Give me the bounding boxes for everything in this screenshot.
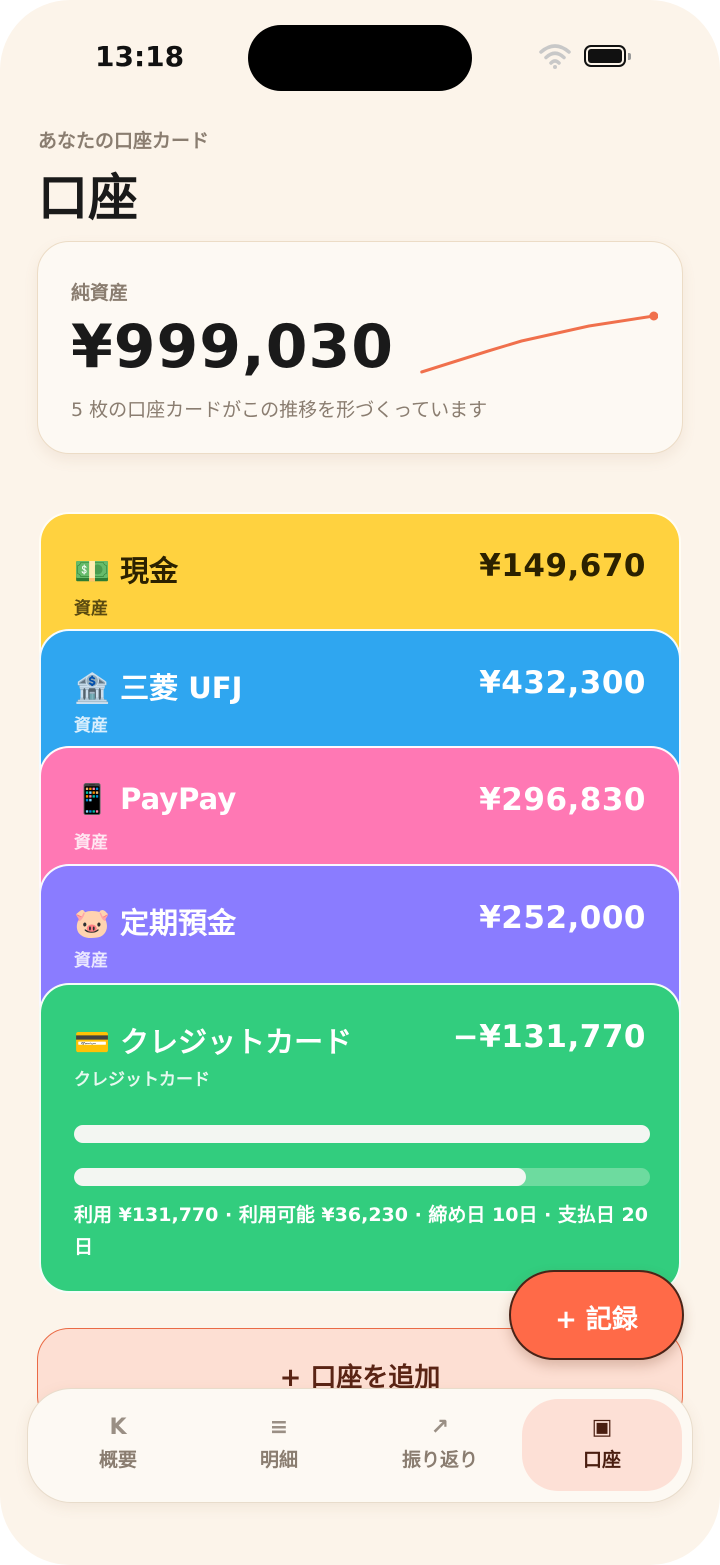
- status-time: 13:18: [95, 40, 185, 73]
- tab-label: 振り返り: [401, 1449, 478, 1471]
- account-type: 資産: [74, 833, 108, 853]
- account-name: 定期預金: [120, 906, 237, 940]
- net-worth-label: 純資産: [71, 282, 129, 304]
- bank-icon: 🏦: [74, 671, 111, 705]
- tab-label: 口座: [582, 1449, 621, 1471]
- tab-overview[interactable]: K 概要: [38, 1399, 198, 1491]
- account-name: クレジットカード: [120, 1025, 353, 1059]
- dynamic-island: [248, 25, 472, 91]
- battery-icon: [584, 45, 631, 67]
- page-title: 口座: [38, 169, 138, 227]
- account-name: PayPay: [120, 782, 237, 816]
- tab-accounts[interactable]: ▣ 口座: [522, 1399, 682, 1491]
- phone-icon: 📱: [74, 782, 111, 816]
- account-icon: ▣: [591, 1415, 613, 1440]
- credit-details: 利用 ¥131,770 · 利用可能 ¥36,230 · 締め日 10日 · 支…: [74, 1204, 648, 1258]
- tab-bar: K 概要 ≡ 明細 ↗ 振り返り ▣ 口座: [27, 1388, 693, 1503]
- net-worth-card[interactable]: 純資産 ¥999,030 5 枚の口座カードがこの推移を形づくっています: [37, 241, 683, 454]
- trend-arrow-icon: ↗: [430, 1415, 450, 1440]
- tab-label: 明細: [259, 1449, 298, 1471]
- tab-label: 概要: [98, 1449, 137, 1471]
- account-balance: ¥252,000: [479, 900, 646, 936]
- account-name: 三菱 UFJ: [120, 671, 243, 705]
- status-bar: 13:18: [0, 0, 720, 110]
- account-type: クレジットカード: [74, 1070, 210, 1090]
- account-balance: −¥131,770: [452, 1019, 646, 1055]
- list-icon: ≡: [269, 1415, 289, 1440]
- account-card-credit[interactable]: 💳 クレジットカード −¥131,770 クレジットカード 利用 ¥131,770…: [39, 983, 681, 1293]
- account-name: 現金: [120, 554, 179, 588]
- credit-usage-bar: [74, 1168, 650, 1186]
- page-subtitle: あなたの口座カード: [38, 130, 210, 152]
- net-worth-trend-line: [420, 311, 658, 374]
- account-type: 資産: [74, 951, 108, 971]
- account-type: 資産: [74, 599, 108, 619]
- account-balance: ¥296,830: [479, 782, 646, 818]
- money-icon: 💵: [74, 554, 111, 588]
- net-worth-caption: 5 枚の口座カードがこの推移を形づくっています: [71, 399, 488, 421]
- account-balance: ¥149,670: [479, 548, 646, 584]
- credit-track-bar: [74, 1125, 650, 1143]
- overview-icon: K: [109, 1415, 127, 1440]
- phone-screen: 13:18 あなたの口座カード 口座 純資産 ¥999,030 5 枚の口座カー…: [0, 0, 720, 1565]
- account-balance: ¥432,300: [479, 665, 646, 701]
- tab-review[interactable]: ↗ 振り返り: [360, 1399, 520, 1491]
- credit-card-icon: 💳: [74, 1025, 111, 1059]
- tab-details[interactable]: ≡ 明細: [199, 1399, 359, 1491]
- net-worth-amount: ¥999,030: [71, 312, 395, 382]
- pig-icon: 🐷: [74, 906, 111, 940]
- record-button[interactable]: + 記録: [509, 1270, 684, 1360]
- record-button-label: + 記録: [555, 1305, 638, 1335]
- account-type: 資産: [74, 716, 108, 736]
- credit-usage-fill: [74, 1168, 526, 1186]
- wifi-icon: [539, 44, 571, 69]
